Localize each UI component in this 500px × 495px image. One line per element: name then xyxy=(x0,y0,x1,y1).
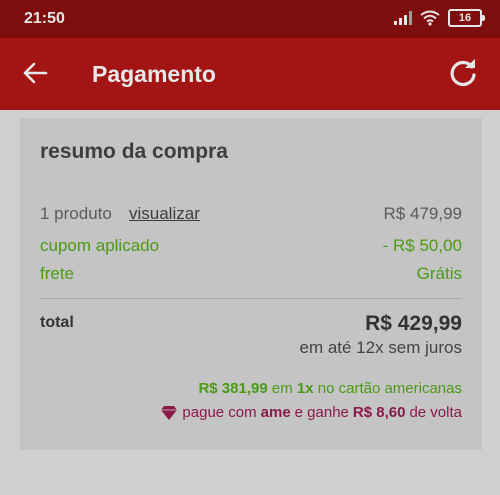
ame-promo: pague com ame e ganhe R$ 8,60 de volta xyxy=(160,404,462,421)
summary-title: resumo da compra xyxy=(40,140,228,163)
card-promo: R$ 381,99 em 1x no cartão americanas xyxy=(198,380,462,397)
ame-promo-text3: de volta xyxy=(409,404,462,421)
shipping-row: frete Grátis xyxy=(40,264,462,284)
app-bar: Pagamento xyxy=(0,38,500,110)
card-promo-amount: R$ 381,99 xyxy=(198,380,268,397)
ame-cashback: R$ 8,60 xyxy=(352,404,406,421)
card-promo-text2: no cartão americanas xyxy=(317,380,462,397)
wifi-icon xyxy=(420,10,440,26)
card-promo-times: 1x xyxy=(296,380,314,397)
view-products-link[interactable]: visualizar xyxy=(129,204,200,224)
product-row: 1 produto visualizar R$ 479,99 xyxy=(40,204,462,224)
ame-brand: ame xyxy=(260,404,291,421)
refresh-icon[interactable] xyxy=(448,58,478,88)
shipping-label: frete xyxy=(40,264,75,283)
product-price: R$ 479,99 xyxy=(383,204,462,223)
shipping-value: Grátis xyxy=(416,264,462,283)
battery-icon: 16 xyxy=(448,9,485,27)
divider xyxy=(40,298,462,299)
ame-promo-text2: e ganhe xyxy=(294,404,349,421)
coupon-row: cupom aplicado - R$ 50,00 xyxy=(40,236,462,256)
total-value: R$ 429,99 xyxy=(365,312,462,335)
ame-heart-icon xyxy=(161,405,178,420)
product-label: 1 produto xyxy=(40,204,112,223)
status-icons: 16 xyxy=(394,9,485,27)
page-title: Pagamento xyxy=(92,61,216,87)
purchase-summary-card: resumo da compra 1 produto visualizar R$… xyxy=(20,118,482,450)
coupon-label: cupom aplicado xyxy=(40,236,160,255)
ame-promo-text1: pague com xyxy=(182,404,257,421)
status-bar: 21:50 16 xyxy=(0,0,500,38)
status-time: 21:50 xyxy=(24,10,65,27)
card-promo-text1: em xyxy=(271,380,293,397)
signal-icon xyxy=(394,11,412,25)
installments-text: em até 12x sem juros xyxy=(299,338,462,357)
coupon-value: - R$ 50,00 xyxy=(382,236,462,255)
total-label: total xyxy=(40,314,74,331)
back-arrow-icon[interactable] xyxy=(22,60,48,86)
